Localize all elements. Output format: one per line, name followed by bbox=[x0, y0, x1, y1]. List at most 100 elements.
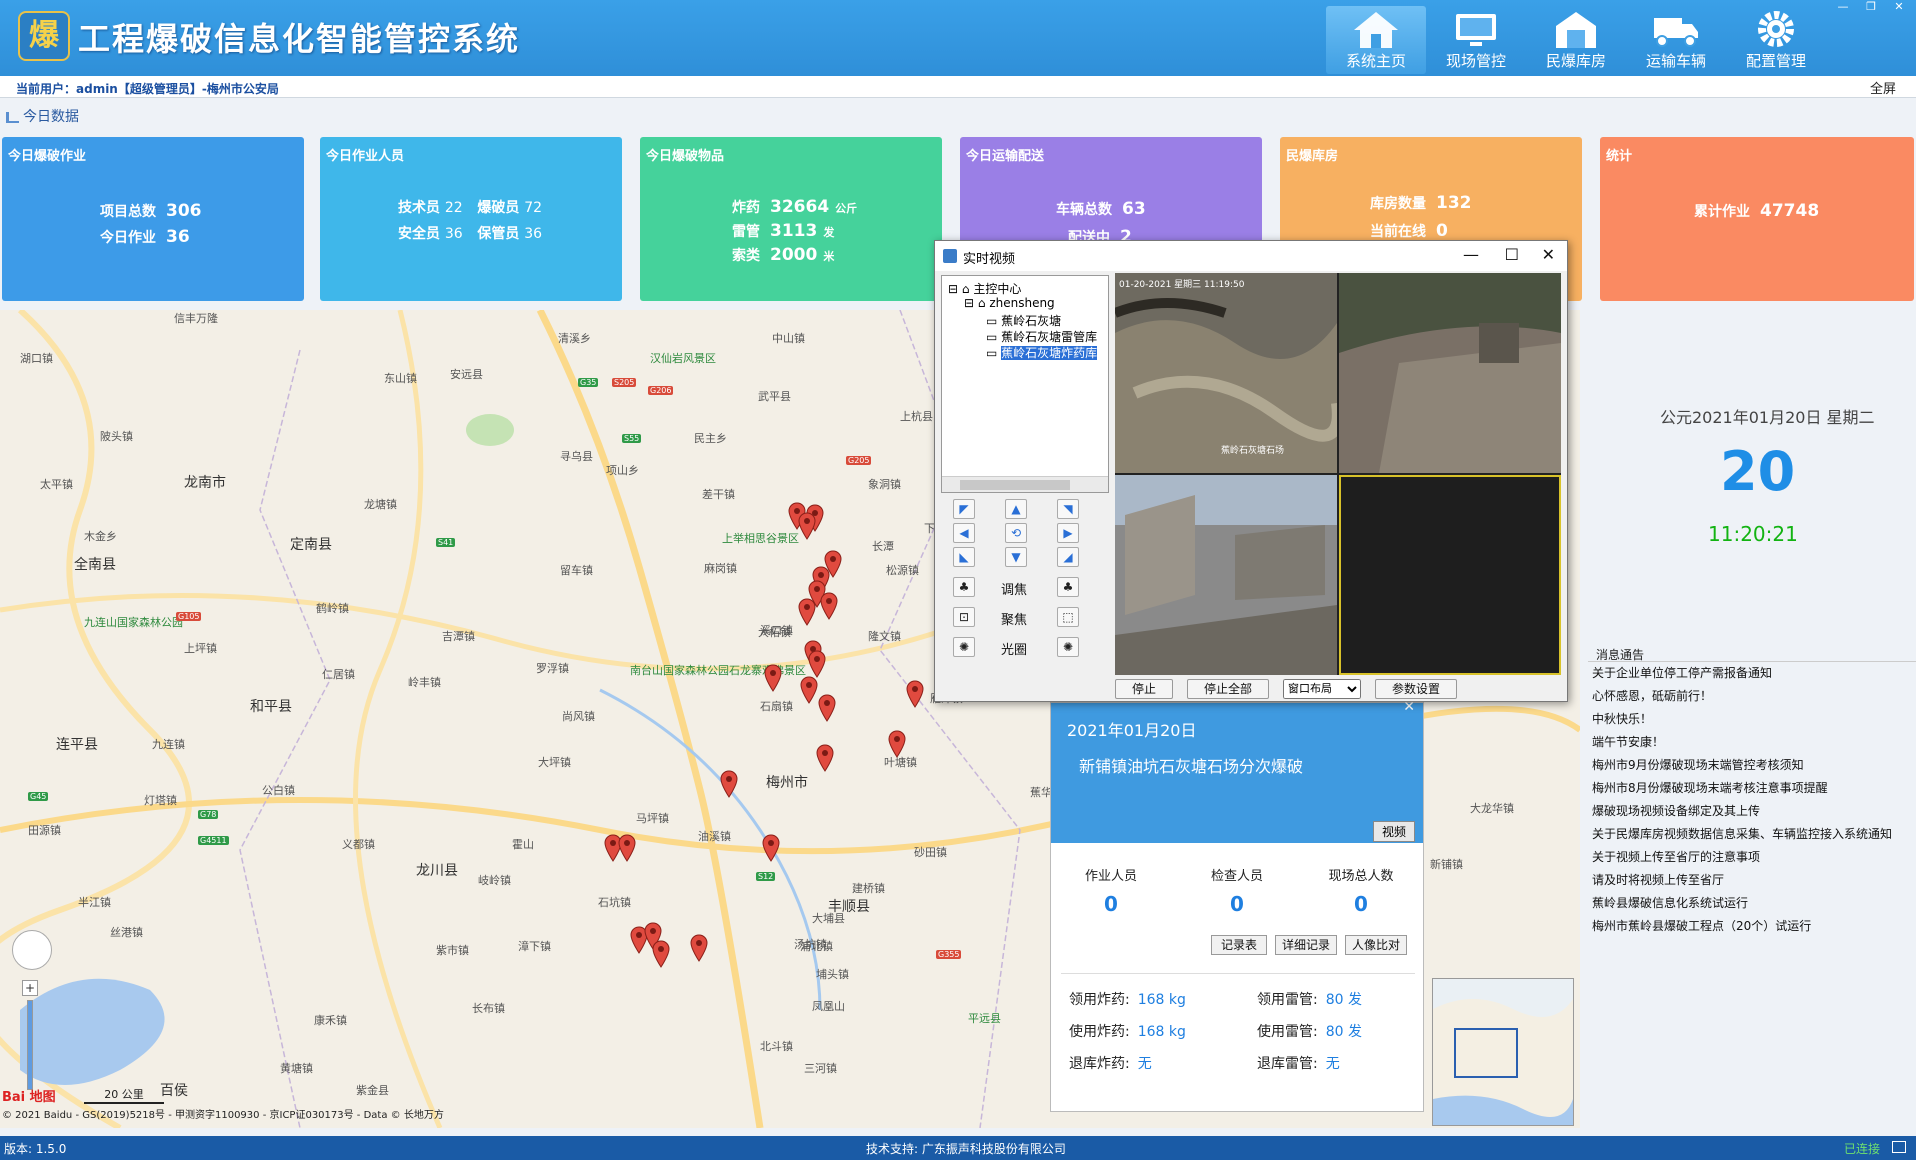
tree-group[interactable]: ⊟ ⌂ zhensheng bbox=[964, 296, 1055, 310]
map-pin-icon[interactable] bbox=[816, 744, 834, 772]
window-controls: — ❐ ✕ bbox=[1832, 0, 1910, 14]
maximize-button[interactable]: ☐ bbox=[1505, 245, 1519, 264]
nav-warehouse[interactable]: 民爆库房 bbox=[1526, 6, 1626, 74]
ptz-up-right-icon[interactable]: ◥ bbox=[1057, 499, 1079, 519]
map-pin-icon[interactable] bbox=[690, 934, 708, 962]
zoom-out-icon[interactable]: ♣ bbox=[953, 577, 975, 597]
tree-camera-3[interactable]: ▭ 蕉岭石灰塘炸药库 bbox=[986, 344, 1098, 361]
map-pin-icon[interactable] bbox=[906, 680, 924, 708]
nav-home[interactable]: 系统主页 bbox=[1326, 6, 1426, 74]
zoom-in-icon[interactable]: ♣ bbox=[1057, 577, 1079, 597]
map-pin-icon[interactable] bbox=[800, 676, 818, 704]
map-pin-icon[interactable] bbox=[618, 834, 636, 862]
ptz-up-icon[interactable]: ▲ bbox=[1005, 499, 1027, 519]
info-site-name: 新铺镇油坑石灰塘石场分次爆破 bbox=[1079, 757, 1304, 776]
map-pin-icon[interactable] bbox=[798, 598, 816, 626]
nav-config[interactable]: 配置管理 bbox=[1726, 6, 1826, 74]
map-pin-icon[interactable] bbox=[762, 834, 780, 862]
fullscreen-button[interactable]: 全屏 bbox=[1870, 78, 1896, 97]
tree-root[interactable]: ⊟ ⌂ 主控中心 bbox=[948, 280, 1021, 297]
tree-scrollbar[interactable] bbox=[942, 476, 1108, 492]
notice-item[interactable]: 关于民爆库房视频数据信息采集、车辆监控接入系统通知 bbox=[1588, 823, 1916, 846]
iris-open-icon[interactable]: ✺ bbox=[1057, 637, 1079, 657]
ptz-down-left-icon[interactable]: ◣ bbox=[953, 547, 975, 567]
map-pin-icon[interactable] bbox=[652, 940, 670, 968]
notice-item[interactable]: 梅州市9月份爆破现场末端管控考核须知 bbox=[1588, 754, 1916, 777]
notice-item[interactable]: 梅州市蕉岭县爆破工程点（20个）试运行 bbox=[1588, 915, 1916, 938]
card-today-blast[interactable]: 今日爆破作业 项目总数 306 今日作业 36 bbox=[2, 137, 304, 301]
ptz-up-left-icon[interactable]: ◤ bbox=[953, 499, 975, 519]
detail-record-button[interactable]: 详细记录 bbox=[1275, 935, 1337, 955]
map-label: 漳下镇 bbox=[518, 940, 551, 953]
stop-button[interactable]: 停止 bbox=[1115, 679, 1174, 699]
map-label: 连平县 bbox=[56, 737, 98, 753]
video-cell-3[interactable] bbox=[1115, 475, 1337, 675]
ptz-center-icon[interactable]: ⟲ bbox=[1005, 523, 1027, 543]
card-today-staff[interactable]: 今日作业人员 技术员 22 爆破员 72 安全员 36 保管员 36 bbox=[320, 137, 622, 301]
map-pin-icon[interactable] bbox=[720, 770, 738, 798]
notice-item[interactable]: 关于企业单位停工停产需报备通知 bbox=[1588, 662, 1916, 685]
focus-far-icon[interactable]: ⬚ bbox=[1057, 607, 1079, 627]
close-button[interactable]: ✕ bbox=[1542, 245, 1555, 264]
camera-feed-yard bbox=[1339, 273, 1561, 473]
nav-vehicles[interactable]: 运输车辆 bbox=[1626, 6, 1726, 74]
map-pin-icon[interactable] bbox=[818, 694, 836, 722]
tree-camera-1[interactable]: ▭ 蕉岭石灰塘 bbox=[986, 312, 1061, 329]
focus-near-icon[interactable]: ⊡ bbox=[953, 607, 975, 627]
scroll-thumb[interactable] bbox=[960, 480, 1070, 490]
map-pin-icon[interactable] bbox=[764, 664, 782, 692]
notice-item[interactable]: 关于视频上传至省厅的注意事项 bbox=[1588, 846, 1916, 869]
map-pin-icon[interactable] bbox=[820, 592, 838, 620]
map-label: 公白镇 bbox=[262, 784, 295, 797]
notice-item[interactable]: 端午节安康！ bbox=[1588, 731, 1916, 754]
staff-row-1: 技术员 22 爆破员 72 bbox=[398, 200, 543, 216]
zoom-slider[interactable] bbox=[27, 1000, 33, 1090]
notice-item[interactable]: 中秋快乐！ bbox=[1588, 708, 1916, 731]
notice-item[interactable]: 请及时将视频上传至省厅 bbox=[1588, 869, 1916, 892]
card-stats[interactable]: 统计 累计作业 47748 bbox=[1600, 137, 1914, 301]
project-total: 项目总数 306 bbox=[100, 201, 202, 221]
map-pin-icon[interactable] bbox=[798, 512, 816, 540]
ptz-down-right-icon[interactable]: ◢ bbox=[1057, 547, 1079, 567]
tree-camera-2[interactable]: ▭ 蕉岭石灰塘雷管库 bbox=[986, 328, 1097, 345]
map-label: 木金乡 bbox=[84, 530, 117, 543]
minimize-button[interactable]: — bbox=[1832, 0, 1854, 14]
info-date: 2021年01月20日 bbox=[1067, 721, 1197, 740]
ptz-right-icon[interactable]: ▶ bbox=[1057, 523, 1079, 543]
ptz-left-icon[interactable]: ◀ bbox=[953, 523, 975, 543]
stop-all-button[interactable]: 停止全部 bbox=[1187, 679, 1270, 699]
restore-button[interactable]: ❐ bbox=[1860, 0, 1882, 14]
nav-site-control[interactable]: 现场管控 bbox=[1426, 6, 1526, 74]
params-button[interactable]: 参数设置 bbox=[1375, 679, 1458, 699]
map-pin-icon[interactable] bbox=[888, 730, 906, 758]
video-cell-1[interactable]: 01-20-2021 星期三 11:19:50 蕉岭石灰塘石场 bbox=[1115, 273, 1337, 473]
map-pin-icon[interactable] bbox=[808, 650, 826, 678]
notice-item[interactable]: 蕉岭县爆破信息化系统试运行 bbox=[1588, 892, 1916, 915]
face-compare-button[interactable]: 人像比对 bbox=[1345, 935, 1407, 955]
record-table-button[interactable]: 记录表 bbox=[1211, 935, 1267, 955]
notice-title: 消息通告 bbox=[1588, 646, 1916, 662]
map-label: 信丰万隆 bbox=[174, 312, 218, 325]
minimize-button[interactable]: — bbox=[1463, 245, 1479, 264]
card-title: 今日爆破物品 bbox=[646, 149, 725, 164]
map-label: 差干镇 bbox=[702, 488, 735, 501]
video-cell-2[interactable] bbox=[1339, 273, 1561, 473]
user-bar: 当前用户：admin【超级管理员】-梅州市公安局 全屏 bbox=[0, 76, 1916, 98]
notice-item[interactable]: 心怀感恩，砥砺前行！ bbox=[1588, 685, 1916, 708]
video-button[interactable]: 视频 bbox=[1372, 821, 1415, 842]
card-today-goods[interactable]: 今日爆破物品 炸药 32664 公斤 雷管 3113 发 索类 2000 米 bbox=[640, 137, 942, 301]
notice-item[interactable]: 爆破现场视频设备绑定及其上传 bbox=[1588, 800, 1916, 823]
map-pan-control[interactable] bbox=[12, 930, 52, 970]
site-info-window: ✕ 2021年01月20日 新铺镇油坑石灰塘石场分次爆破 视频 作业人员 0 检查… bbox=[1050, 699, 1424, 1112]
notice-item[interactable]: 梅州市8月份爆破现场末端考核注意事项提醒 bbox=[1588, 777, 1916, 800]
map-label: 丝港镇 bbox=[110, 926, 143, 939]
video-cell-4-selected[interactable] bbox=[1339, 475, 1561, 675]
ptz-down-icon[interactable]: ▼ bbox=[1005, 547, 1027, 567]
layout-select[interactable]: 窗口布局 bbox=[1283, 679, 1362, 699]
use-explosive: 使用炸药: 168 kg bbox=[1069, 1024, 1186, 1040]
zoom-in-button[interactable]: + bbox=[22, 980, 38, 996]
overview-minimap[interactable] bbox=[1432, 978, 1574, 1126]
close-button[interactable]: ✕ bbox=[1888, 0, 1910, 14]
map-label: 溪口镇 bbox=[760, 624, 793, 637]
iris-close-icon[interactable]: ✺ bbox=[953, 637, 975, 657]
